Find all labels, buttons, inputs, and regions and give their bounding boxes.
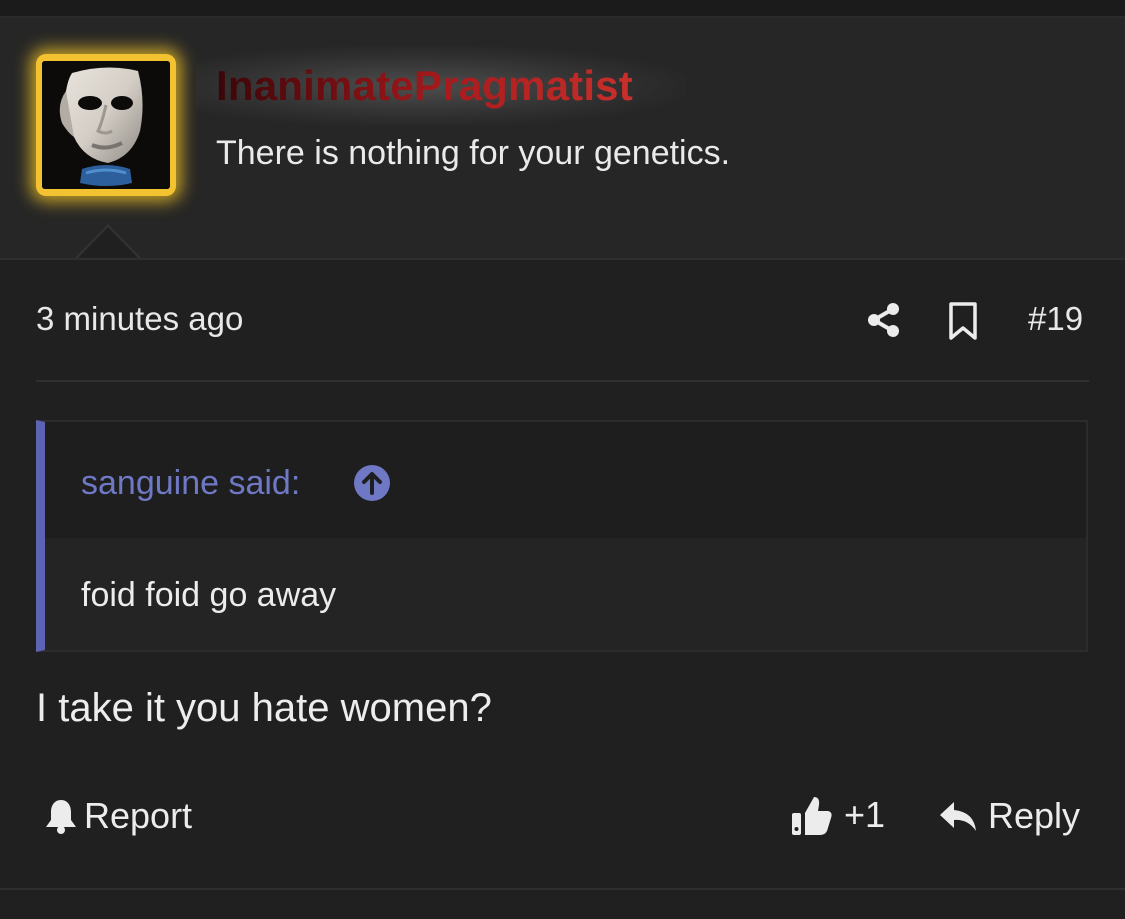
- reply-arrow-icon: [940, 802, 976, 831]
- report-button[interactable]: Report: [44, 794, 192, 838]
- report-label: Report: [84, 795, 193, 836]
- mask-avatar-image: [42, 61, 170, 189]
- bookmark-icon: [949, 302, 977, 340]
- quote-header: sanguine said:: [45, 422, 1086, 538]
- quote-author[interactable]: sanguine said:: [81, 464, 300, 503]
- like-button[interactable]: +1: [790, 792, 885, 838]
- quote-block: sanguine said: foid foid go away: [36, 420, 1088, 652]
- bell-icon: [46, 800, 76, 834]
- header-pointer: [78, 227, 138, 258]
- bookmark-button[interactable]: [944, 300, 982, 342]
- share-button[interactable]: [864, 300, 904, 340]
- post-number[interactable]: #19: [1028, 300, 1083, 338]
- post-bottom-divider: [0, 888, 1125, 890]
- quote-jump-button[interactable]: [353, 464, 391, 502]
- reply-label: Reply: [988, 795, 1081, 836]
- user-title: There is nothing for your genetics.: [216, 134, 731, 172]
- arrow-up-circle-icon: [354, 465, 390, 501]
- top-strip: [0, 0, 1125, 18]
- quote-text: foid foid go away: [81, 576, 337, 614]
- reply-button[interactable]: Reply: [938, 794, 1080, 838]
- share-icon: [868, 303, 899, 337]
- avatar[interactable]: [42, 61, 170, 189]
- thumbs-up-icon: [792, 797, 832, 835]
- avatar-frame[interactable]: [36, 54, 176, 196]
- post-header-divider: [36, 380, 1089, 382]
- post-body: I take it you hate women?: [36, 686, 492, 730]
- like-count: +1: [844, 794, 886, 835]
- username[interactable]: InanimatePragmatist: [216, 62, 633, 110]
- post-timestamp[interactable]: 3 minutes ago: [36, 300, 243, 338]
